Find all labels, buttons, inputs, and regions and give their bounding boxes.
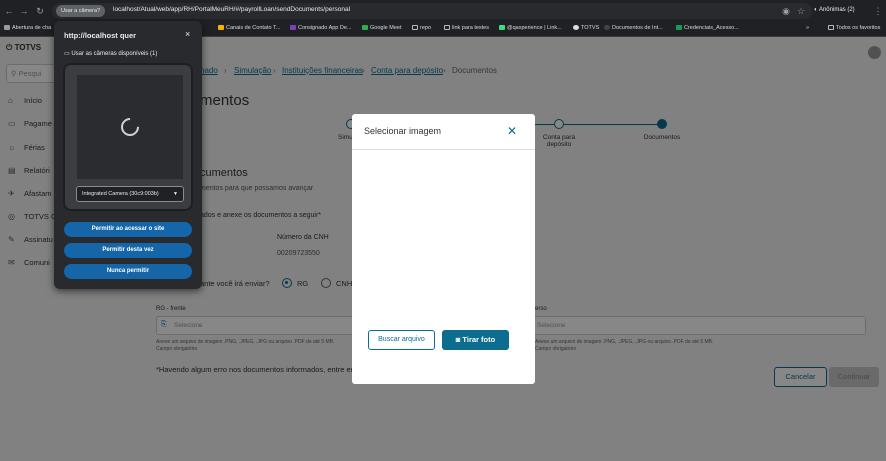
bookmark-item[interactable]: Documentos de Int...	[604, 25, 663, 31]
bookmark-icon	[290, 25, 296, 30]
camera-permission-chip[interactable]: Usar a câmera?	[56, 5, 106, 17]
menu-icon[interactable]: ⋮	[872, 5, 884, 17]
dropdown-arrow-icon: ▼	[173, 191, 178, 197]
bookmark-icon	[573, 25, 579, 30]
bookmark-item[interactable]: Google Meet	[362, 25, 402, 31]
folder-icon	[412, 25, 418, 30]
bookmark-item[interactable]: Canais de Contato T...	[218, 25, 280, 31]
loading-spinner-icon	[117, 114, 143, 140]
use-cameras-text: ▭ Usar as câmeras disponíveis (1)	[64, 51, 158, 57]
bookmark-item[interactable]: link para testes	[444, 25, 489, 31]
never-allow-button[interactable]: Nunca permitir	[64, 264, 192, 279]
more-bookmarks-icon[interactable]: »	[806, 25, 809, 31]
sheets-icon	[676, 25, 682, 30]
bookmark-icon	[218, 25, 224, 30]
camera-select-value: Integrated Camera (30c9:003b)	[82, 191, 159, 197]
bookmark-item[interactable]: Consignado App De...	[290, 25, 352, 31]
forward-icon[interactable]: →	[18, 5, 30, 17]
modal-divider	[352, 149, 535, 150]
close-icon[interactable]: ×	[185, 29, 190, 39]
bookmark-item[interactable]: @qaxperience | Link...	[499, 25, 562, 31]
address-bar[interactable]: Usar a câmera? localhost/Atual/web/app/R…	[52, 3, 812, 19]
all-bookmarks[interactable]: Todos os favoritos	[828, 25, 880, 31]
take-photo-label: Tirar foto	[462, 335, 496, 344]
bookmark-icon	[499, 25, 505, 30]
select-image-modal: Selecionar imagem ✕ Buscar arquivo ◙ Tir…	[352, 114, 535, 384]
bookmark-item[interactable]: TOTVS	[573, 25, 599, 31]
profile-label: Anônimas (2)	[818, 7, 855, 13]
modal-title: Selecionar imagem	[364, 126, 442, 136]
bookmark-item[interactable]: Credenciais_Acesso...	[676, 25, 739, 31]
camera-view	[77, 75, 183, 179]
allow-always-button[interactable]: Permitir ao acessar o site	[64, 222, 192, 237]
camera-select[interactable]: Integrated Camera (30c9:003b) ▼	[76, 186, 184, 202]
folder-icon	[444, 25, 450, 30]
back-icon[interactable]: ←	[3, 5, 15, 17]
close-icon[interactable]: ✕	[507, 124, 517, 138]
permission-title: http://localhost quer	[64, 31, 137, 40]
take-photo-button[interactable]: ◙ Tirar foto	[442, 330, 509, 350]
bookmark-icon	[604, 25, 610, 30]
url-text[interactable]: localhost/Atual/web/app/RH/PortalMeuRH/#…	[113, 6, 350, 13]
camera-permission-popup: http://localhost quer × ▭ Usar as câmera…	[54, 21, 202, 289]
reload-icon[interactable]: ↻	[34, 5, 46, 17]
star-icon[interactable]: ☆	[795, 5, 807, 17]
meet-icon	[362, 25, 368, 30]
incognito-eye-icon[interactable]: ◉	[780, 5, 792, 17]
bookmark-item[interactable]: repo	[412, 25, 431, 31]
browser-toolbar: ← → ↻ Usar a câmera? localhost/Atual/web…	[0, 0, 886, 22]
folder-icon	[828, 25, 834, 30]
profile-button[interactable]: ◐ Anônimas (2)	[814, 7, 855, 13]
bookmark-icon	[4, 25, 10, 30]
allow-once-button[interactable]: Permitir desta vez	[64, 243, 192, 258]
bookmark-item[interactable]: Abertura de cha	[4, 25, 51, 31]
camera-preview: Integrated Camera (30c9:003b) ▼	[63, 63, 193, 211]
browse-file-button[interactable]: Buscar arquivo	[368, 330, 435, 350]
